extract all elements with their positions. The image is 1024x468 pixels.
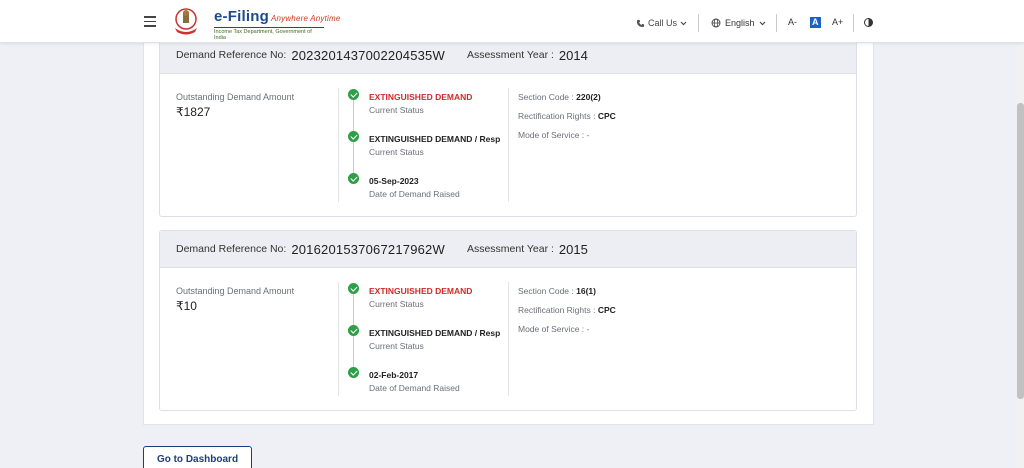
status-title: EXTINGUISHED DEMAND / Resp [369, 134, 501, 144]
status-title: EXTINGUISHED DEMAND / Resp [369, 328, 501, 338]
demand-card-header: Demand Reference No: 2016201537067217962… [160, 231, 856, 268]
outstanding-amount-value: ₹10 [176, 299, 197, 313]
outstanding-amount-label: Outstanding Demand Amount [176, 92, 295, 102]
status-subtitle: Current Status [369, 147, 424, 157]
go-to-dashboard-button[interactable]: Go to Dashboard [143, 446, 252, 468]
call-us-label: Call Us [648, 18, 678, 28]
menu-icon[interactable] [144, 16, 156, 27]
check-icon [348, 325, 359, 336]
column-divider [338, 282, 339, 396]
column-divider [338, 88, 339, 202]
header-divider [698, 14, 699, 32]
demand-date: 02-Feb-2017 [369, 370, 419, 380]
outstanding-amount-value: ₹1827 [176, 105, 211, 119]
logo-tagline: Anywhere Anytime [270, 14, 341, 23]
column-divider [508, 282, 509, 396]
section-code: Section Code : 220(2) [518, 92, 601, 102]
phone-icon [636, 19, 645, 27]
demand-date-label: Date of Demand Raised [369, 383, 460, 393]
section-code-value: 16(1) [576, 286, 596, 296]
chevron-down-icon [759, 21, 765, 25]
rectification-label: Rectification Rights : [518, 305, 596, 315]
header-divider [776, 14, 777, 32]
demand-card: Demand Reference No: 2023201437002204535… [159, 36, 857, 217]
language-dropdown[interactable]: English [711, 18, 766, 28]
rectification-value: CPC [597, 111, 616, 121]
emblem-icon [175, 8, 197, 35]
top-header: e-Filing Anywhere Anytime Income Tax Depa… [0, 0, 1024, 43]
section-code: Section Code : 16(1) [518, 286, 596, 296]
logo-title: e-Filing [214, 8, 269, 25]
font-decrease-button[interactable]: A- [788, 17, 797, 27]
header-divider [853, 14, 854, 32]
check-icon [348, 131, 359, 142]
demand-ref-value: 2016201537067217962W [291, 241, 445, 257]
demand-ref-label: Demand Reference No: [176, 49, 287, 61]
assessment-year-label: Assessment Year : [466, 49, 554, 61]
mode-of-service-label: Mode of Service : [518, 130, 585, 140]
outstanding-amount-label: Outstanding Demand Amount [176, 286, 295, 296]
status-title: EXTINGUISHED DEMAND [369, 286, 473, 296]
check-icon [348, 173, 359, 184]
demand-ref-value: 2023201437002204535W [291, 47, 445, 63]
check-icon [348, 367, 359, 378]
status-subtitle: Current Status [369, 299, 424, 309]
font-increase-button[interactable]: A+ [832, 17, 843, 27]
language-label: English [725, 18, 755, 28]
demand-card: Demand Reference No: 2016201537067217962… [159, 230, 857, 411]
status-subtitle: Current Status [369, 341, 424, 351]
assessment-year-value: 2015 [558, 241, 588, 257]
rectification-value: CPC [597, 305, 616, 315]
logo-subtitle: Income Tax Department, Government of Ind… [214, 27, 324, 41]
demand-ref-label: Demand Reference No: [176, 243, 287, 255]
globe-icon [711, 18, 721, 28]
contrast-icon[interactable] [864, 18, 873, 27]
rectification-rights: Rectification Rights : CPC [518, 305, 616, 315]
check-icon [348, 283, 359, 294]
mode-of-service-value: - [586, 130, 590, 140]
status-subtitle: Current Status [369, 105, 424, 115]
mode-of-service: Mode of Service : - [518, 324, 589, 334]
mode-of-service: Mode of Service : - [518, 130, 589, 140]
call-us-dropdown[interactable]: Call Us [636, 18, 687, 28]
status-title: EXTINGUISHED DEMAND [369, 92, 473, 102]
rectification-label: Rectification Rights : [518, 111, 596, 121]
scrollbar-thumb[interactable] [1017, 103, 1024, 399]
rectification-rights: Rectification Rights : CPC [518, 111, 616, 121]
column-divider [508, 88, 509, 202]
demand-card-body: Outstanding Demand Amount ₹1827 EXTINGUI… [160, 74, 856, 216]
mode-of-service-label: Mode of Service : [518, 324, 585, 334]
assessment-year-value: 2014 [558, 47, 588, 63]
check-icon [348, 89, 359, 100]
section-code-label: Section Code : [518, 92, 574, 102]
logo[interactable]: e-Filing Anywhere Anytime [214, 8, 341, 25]
section-code-value: 220(2) [576, 92, 601, 102]
section-code-label: Section Code : [518, 286, 574, 296]
assessment-year-label: Assessment Year : [466, 243, 554, 255]
demand-date: 05-Sep-2023 [369, 176, 419, 186]
mode-of-service-value: - [586, 324, 590, 334]
demand-card-body: Outstanding Demand Amount ₹10 EXTINGUISH… [160, 268, 856, 410]
demand-date-label: Date of Demand Raised [369, 189, 460, 199]
font-default-button[interactable]: A [810, 17, 821, 28]
chevron-down-icon [680, 21, 687, 25]
